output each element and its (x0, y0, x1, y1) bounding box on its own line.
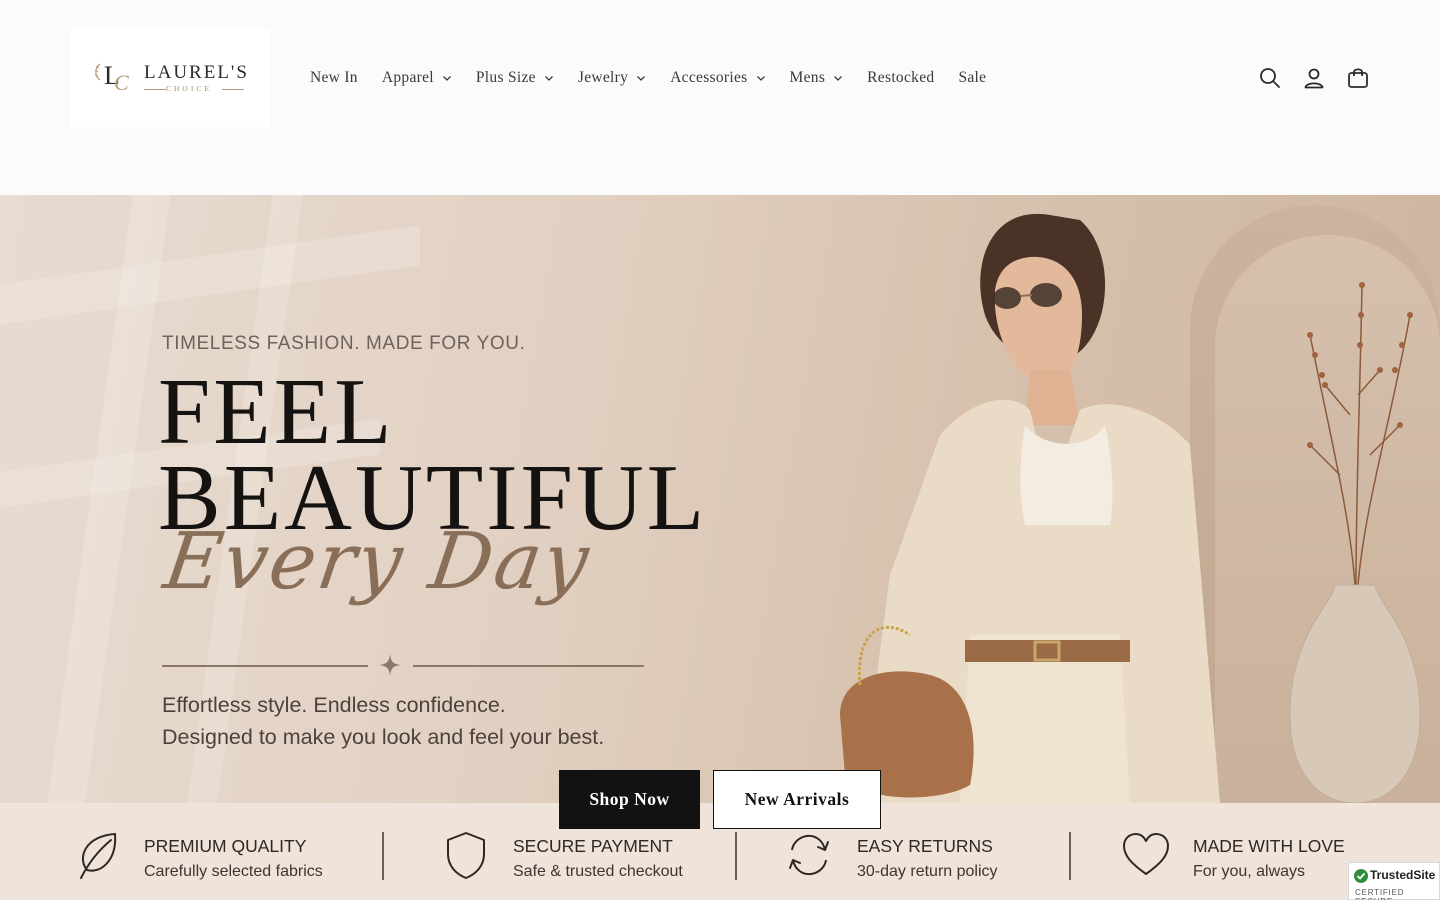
hero-eyebrow: TIMELESS FASHION. MADE FOR YOU. (162, 333, 526, 354)
nav-item-label: Mens (789, 69, 826, 86)
nav-item-label: Sale (958, 69, 987, 86)
account-button[interactable] (1292, 60, 1336, 96)
chevron-down-icon (544, 76, 553, 81)
nav-item-sale[interactable]: Sale (946, 69, 998, 87)
site-header: L C LAUREL'S CHOICE New In Apparel Plus Si… (0, 0, 1440, 195)
nav-item-mens[interactable]: Mens (778, 69, 856, 87)
chevron-down-icon (756, 76, 765, 81)
nav-item-label: Apparel (381, 69, 434, 86)
main-nav: New In Apparel Plus Size Jewelry Accessories… (298, 62, 998, 94)
logo-monogram-icon: L C (94, 61, 129, 95)
trustedsite-name: TrustedSite (1370, 868, 1436, 882)
nav-item-label: Accessories (670, 69, 748, 86)
chevron-down-icon (834, 76, 843, 81)
window-light (0, 225, 420, 325)
feature-subtitle: For you, always (1193, 863, 1306, 880)
hero-divider-left (162, 665, 368, 667)
hero-tagline-line2: Designed to make you look and feel your … (162, 725, 605, 749)
account-icon (1304, 68, 1324, 89)
nav-item-restocked[interactable]: Restocked (855, 69, 946, 87)
model-photo (840, 213, 1220, 803)
trustedsite-sub: CERTIFIED SECURE (1355, 888, 1405, 900)
logo-rule-left (144, 89, 166, 90)
nav-item-label: Jewelry (577, 69, 629, 86)
nav-item-label: Restocked (867, 69, 935, 86)
hero-headline-line1: FEEL (158, 360, 395, 464)
feature-separator (1069, 832, 1071, 880)
feature-separator (382, 832, 384, 880)
vase-image (1289, 282, 1421, 803)
feature-separator (735, 832, 737, 880)
heart-icon (1123, 833, 1169, 875)
svg-text:C: C (114, 70, 129, 95)
nav-item-accessories[interactable]: Accessories (658, 69, 777, 87)
checkmark-icon (1354, 869, 1368, 883)
hero-tagline: Effortless style. Endless confidence. De… (162, 689, 604, 753)
nav-item-jewelry[interactable]: Jewelry (566, 69, 658, 87)
new-arrivals-button[interactable]: New Arrivals (713, 770, 881, 829)
header-actions (1248, 60, 1380, 96)
brand-logo[interactable]: L C LAUREL'S CHOICE (70, 28, 270, 127)
nav-item-plus-size[interactable]: Plus Size (464, 69, 566, 87)
nav-item-new-in[interactable]: New In (298, 69, 370, 87)
nav-item-label: New In (310, 69, 358, 86)
cart-button[interactable] (1336, 60, 1380, 96)
chevron-down-icon (442, 76, 451, 81)
trustedsite-badge[interactable]: TrustedSite CERTIFIED SECURE (1348, 862, 1440, 900)
cart-icon (1348, 68, 1368, 88)
brand-subname: CHOICE (166, 84, 212, 93)
hero-tagline-line1: Effortless style. Endless confidence. (162, 693, 506, 717)
sparkle-icon (379, 654, 401, 676)
hero-banner: TIMELESS FASHION. MADE FOR YOU. FEEL BEA… (0, 195, 1440, 803)
feature-title: MADE WITH LOVE (1193, 836, 1345, 856)
logo-rule-right (222, 89, 244, 90)
search-icon (1260, 68, 1280, 88)
hero-headline-script: Every Day (158, 517, 596, 607)
search-button[interactable] (1248, 60, 1292, 96)
brand-name: LAUREL'S (144, 62, 249, 83)
nav-item-apparel[interactable]: Apparel (370, 69, 464, 87)
chevron-down-icon (637, 76, 646, 81)
hero-divider-right (413, 665, 644, 667)
shop-now-button[interactable]: Shop Now (559, 770, 700, 829)
nav-item-label: Plus Size (475, 69, 536, 86)
